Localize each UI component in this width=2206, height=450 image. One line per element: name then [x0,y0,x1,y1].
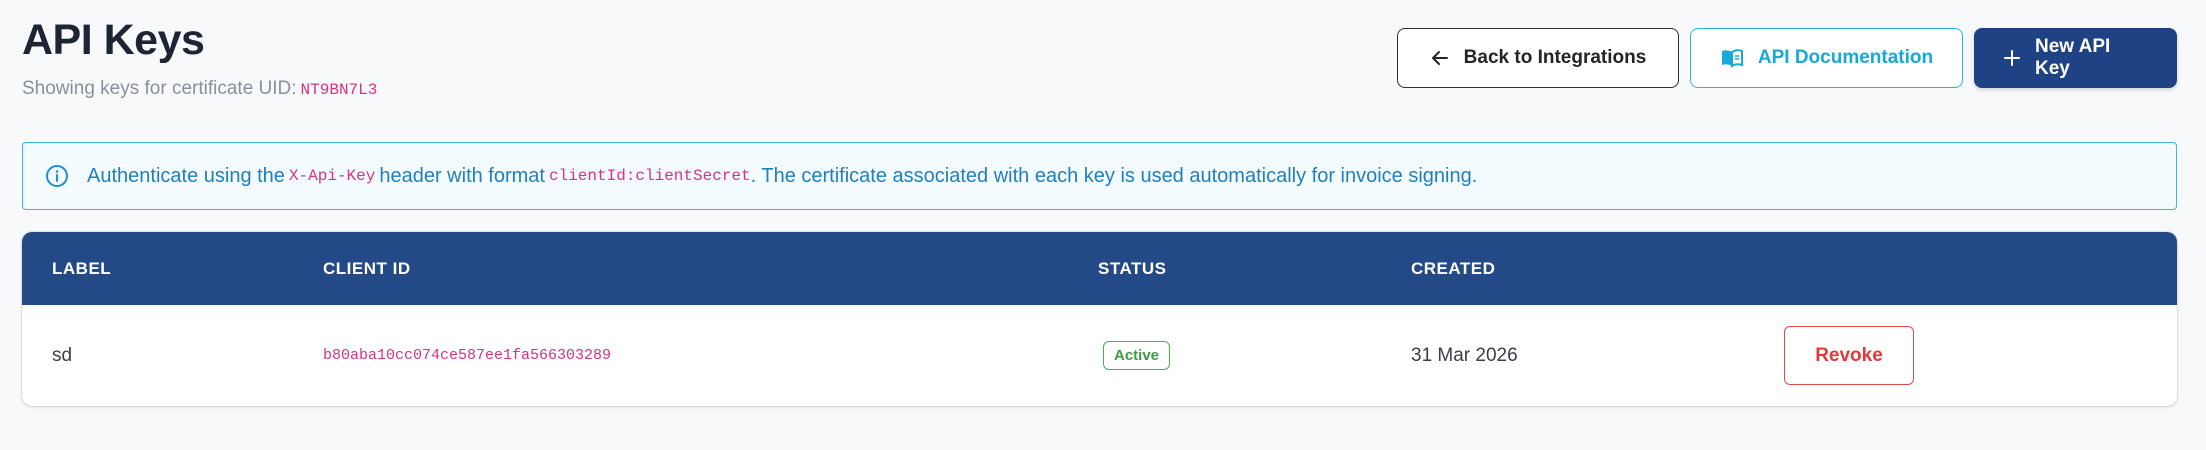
new-api-key-button[interactable]: New API Key [1974,28,2177,88]
status-cell: Active [1103,305,1171,406]
certificate-uid: NT9BN7L3 [300,81,378,99]
info-alert: Authenticate using the X-Api-Key header … [22,142,2177,210]
book-icon [1720,48,1744,68]
column-header-client-id: CLIENT ID [323,258,411,278]
back-button-label: Back to Integrations [1463,47,1647,68]
header-actions: Back to Integrations API Documentation N… [1397,28,2177,88]
revoke-button[interactable]: Revoke [1784,326,1914,385]
api-key-header-name: X-Api-Key [288,167,376,185]
client-id-value: b80aba10cc074ce587ee1fa566303289 [323,347,612,364]
alert-text-1: Authenticate using the [87,164,285,187]
api-keys-table: LABEL CLIENT ID STATUS CREATED sd b80aba… [22,232,2177,406]
subtitle-text: Showing keys for certificate UID: [22,78,297,99]
page-subtitle: Showing keys for certificate UID: NT9BN7L… [22,78,377,100]
alert-text-3: . The certificate associated with each k… [750,164,1478,187]
back-to-integrations-button[interactable]: Back to Integrations [1397,28,1679,88]
api-documentation-button[interactable]: API Documentation [1690,28,1963,88]
new-button-label: New API Key [2035,36,2111,79]
table-row: sd b80aba10cc074ce587ee1fa566303289 Acti… [22,305,2177,406]
alert-text-2: header with format [379,164,545,187]
actions-cell: Revoke [1784,305,1914,406]
column-header-status: STATUS [1098,258,1167,278]
info-circle-icon [45,164,69,188]
docs-button-label: API Documentation [1757,47,1934,68]
credential-format: clientId:clientSecret [548,167,751,185]
arrow-left-icon [1430,48,1450,68]
api-keys-page: API Keys Showing keys for certificate UI… [22,0,2177,450]
table-header: LABEL CLIENT ID STATUS CREATED [22,232,2177,305]
column-header-created: CREATED [1411,258,1496,278]
page-header: API Keys Showing keys for certificate UI… [22,0,2177,120]
created-date: 31 Mar 2026 [1411,344,1518,366]
column-header-label: LABEL [52,258,112,278]
page-title: API Keys [22,16,205,64]
key-label: sd [52,344,73,366]
status-badge: Active [1103,341,1171,370]
plus-icon [2003,49,2021,67]
